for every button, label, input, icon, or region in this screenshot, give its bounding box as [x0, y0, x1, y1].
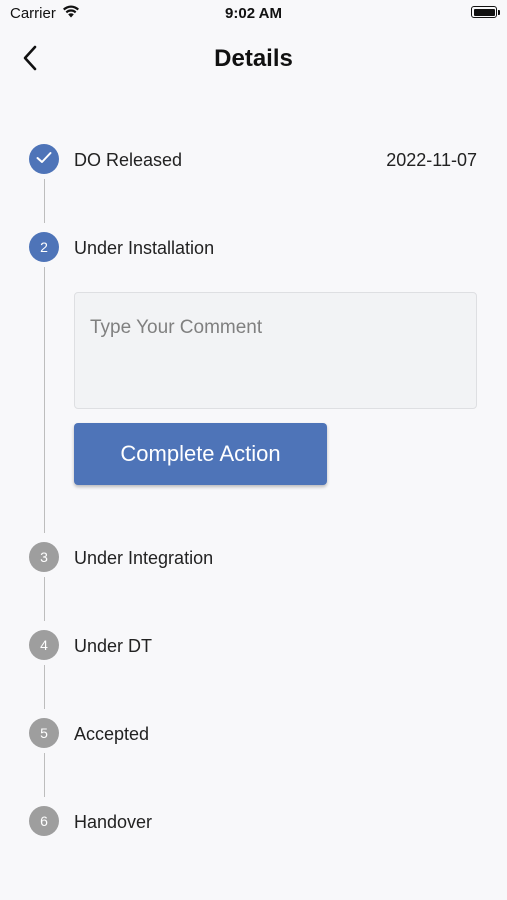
step-connector	[43, 179, 45, 223]
step-5-indicator: 5	[29, 718, 59, 748]
step-connector	[43, 753, 45, 797]
step-1-date: 2022-11-07	[386, 150, 477, 170]
nav-bar: Details	[0, 32, 507, 88]
step-connector	[43, 267, 45, 533]
step-3-indicator: 3	[29, 542, 59, 572]
comment-input[interactable]	[74, 292, 477, 409]
step-1-indicator	[29, 144, 59, 174]
step-2-indicator: 2	[29, 232, 59, 262]
step-6-label: Handover	[74, 812, 153, 832]
step-4-label: Under DT	[74, 636, 153, 656]
step-connector	[43, 577, 45, 621]
battery-icon	[471, 6, 500, 18]
step-2-label: Under Installation	[74, 238, 215, 258]
step-connector	[43, 665, 45, 709]
step-6-indicator: 6	[29, 806, 59, 836]
battery-level	[473, 8, 495, 16]
page-title: Details	[214, 45, 293, 72]
complete-action-button[interactable]: Complete Action	[74, 423, 327, 485]
status-bar: Carrier 9:02 AM	[0, 0, 507, 28]
step-1-label: DO Released	[74, 150, 183, 170]
check-icon	[36, 151, 52, 167]
step-3-label: Under Integration	[74, 548, 214, 568]
step-5-label: Accepted	[74, 724, 150, 744]
step-4-indicator: 4	[29, 630, 59, 660]
status-time: 9:02 AM	[225, 5, 282, 22]
